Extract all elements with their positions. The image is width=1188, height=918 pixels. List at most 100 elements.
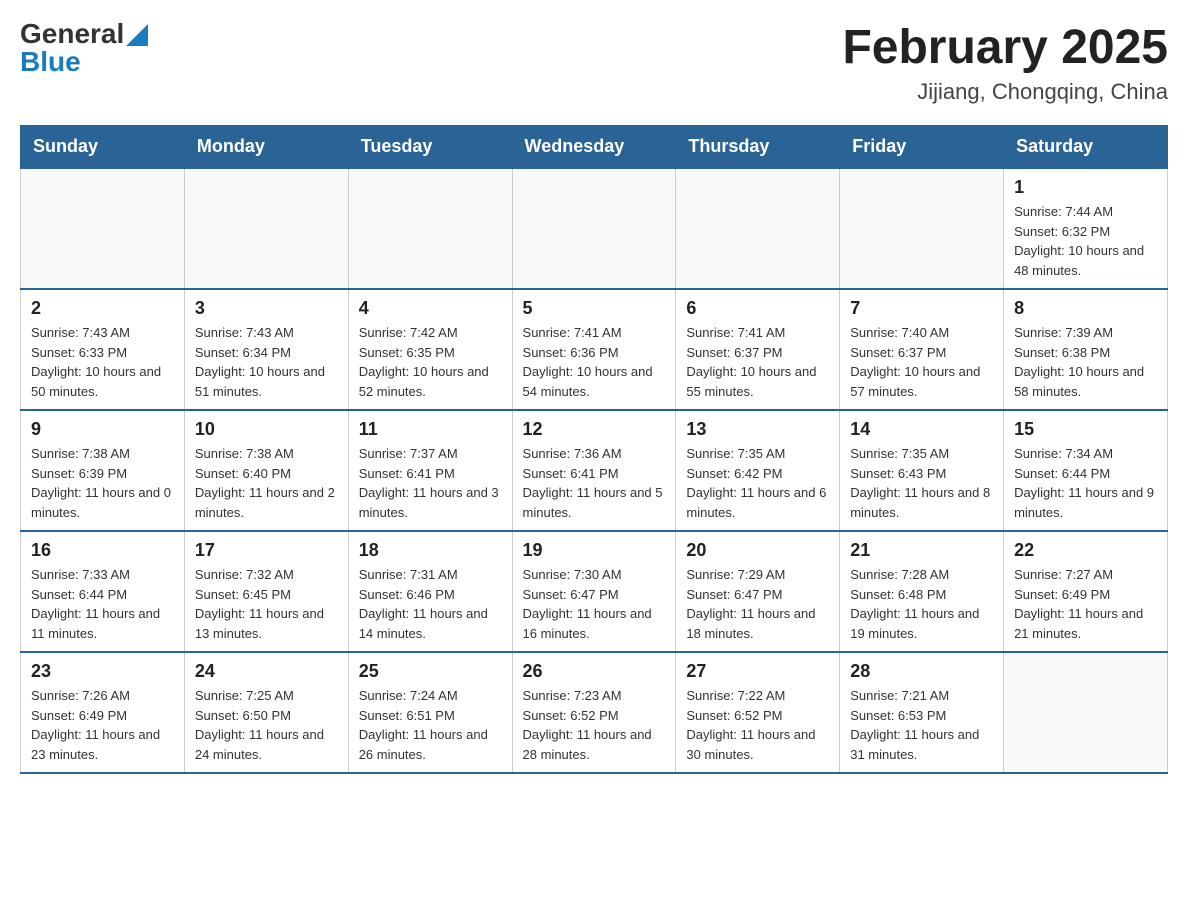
day-info: Sunrise: 7:41 AMSunset: 6:37 PMDaylight:…: [686, 323, 829, 401]
table-row: [512, 168, 676, 289]
table-row: 6 Sunrise: 7:41 AMSunset: 6:37 PMDaylight…: [676, 289, 840, 410]
day-number: 27: [686, 661, 829, 682]
table-row: [676, 168, 840, 289]
col-friday: Friday: [840, 126, 1004, 169]
day-number: 8: [1014, 298, 1157, 319]
table-row: 15 Sunrise: 7:34 AMSunset: 6:44 PMDayligh…: [1004, 410, 1168, 531]
day-info: Sunrise: 7:29 AMSunset: 6:47 PMDaylight:…: [686, 565, 829, 643]
day-info: Sunrise: 7:24 AMSunset: 6:51 PMDaylight:…: [359, 686, 502, 764]
page-header: General Blue February 2025 Jijiang, Chon…: [20, 20, 1168, 105]
day-info: Sunrise: 7:38 AMSunset: 6:39 PMDaylight:…: [31, 444, 174, 522]
day-info: Sunrise: 7:32 AMSunset: 6:45 PMDaylight:…: [195, 565, 338, 643]
calendar-week-row: 2Sunrise: 7:43 AMSunset: 6:33 PMDaylight…: [21, 289, 1168, 410]
table-row: 7 Sunrise: 7:40 AMSunset: 6:37 PMDaylight…: [840, 289, 1004, 410]
col-tuesday: Tuesday: [348, 126, 512, 169]
table-row: 9Sunrise: 7:38 AMSunset: 6:39 PMDaylight…: [21, 410, 185, 531]
calendar-week-row: 9Sunrise: 7:38 AMSunset: 6:39 PMDaylight…: [21, 410, 1168, 531]
day-number: 28: [850, 661, 993, 682]
table-row: 18 Sunrise: 7:31 AMSunset: 6:46 PMDayligh…: [348, 531, 512, 652]
table-row: 8 Sunrise: 7:39 AMSunset: 6:38 PMDaylight…: [1004, 289, 1168, 410]
table-row: [21, 168, 185, 289]
table-row: 2Sunrise: 7:43 AMSunset: 6:33 PMDaylight…: [21, 289, 185, 410]
location-text: Jijiang, Chongqing, China: [842, 79, 1168, 105]
day-info: Sunrise: 7:39 AMSunset: 6:38 PMDaylight:…: [1014, 323, 1157, 401]
table-row: 14 Sunrise: 7:35 AMSunset: 6:43 PMDayligh…: [840, 410, 1004, 531]
day-info: Sunrise: 7:23 AMSunset: 6:52 PMDaylight:…: [523, 686, 666, 764]
logo-blue-text: Blue: [20, 48, 148, 76]
day-info: Sunrise: 7:34 AMSunset: 6:44 PMDaylight:…: [1014, 444, 1157, 522]
day-number: 1: [1014, 177, 1157, 198]
table-row: 13 Sunrise: 7:35 AMSunset: 6:42 PMDayligh…: [676, 410, 840, 531]
day-number: 17: [195, 540, 338, 561]
day-number: 14: [850, 419, 993, 440]
day-info: Sunrise: 7:37 AMSunset: 6:41 PMDaylight:…: [359, 444, 502, 522]
calendar-header-row: Sunday Monday Tuesday Wednesday Thursday…: [21, 126, 1168, 169]
day-number: 11: [359, 419, 502, 440]
day-number: 19: [523, 540, 666, 561]
day-number: 5: [523, 298, 666, 319]
title-section: February 2025 Jijiang, Chongqing, China: [842, 20, 1168, 105]
day-info: Sunrise: 7:35 AMSunset: 6:42 PMDaylight:…: [686, 444, 829, 522]
table-row: 19 Sunrise: 7:30 AMSunset: 6:47 PMDayligh…: [512, 531, 676, 652]
table-row: 12 Sunrise: 7:36 AMSunset: 6:41 PMDayligh…: [512, 410, 676, 531]
calendar-week-row: 16 Sunrise: 7:33 AMSunset: 6:44 PMDayligh…: [21, 531, 1168, 652]
day-info: Sunrise: 7:41 AMSunset: 6:36 PMDaylight:…: [523, 323, 666, 401]
day-number: 3: [195, 298, 338, 319]
day-info: Sunrise: 7:43 AMSunset: 6:34 PMDaylight:…: [195, 323, 338, 401]
table-row: [1004, 652, 1168, 773]
logo-general-text: General: [20, 20, 124, 48]
logo-triangle-icon: [126, 24, 148, 46]
day-info: Sunrise: 7:40 AMSunset: 6:37 PMDaylight:…: [850, 323, 993, 401]
day-info: Sunrise: 7:31 AMSunset: 6:46 PMDaylight:…: [359, 565, 502, 643]
day-number: 6: [686, 298, 829, 319]
table-row: 1Sunrise: 7:44 AMSunset: 6:32 PMDaylight…: [1004, 168, 1168, 289]
table-row: [184, 168, 348, 289]
day-number: 4: [359, 298, 502, 319]
day-number: 15: [1014, 419, 1157, 440]
col-wednesday: Wednesday: [512, 126, 676, 169]
table-row: 3 Sunrise: 7:43 AMSunset: 6:34 PMDaylight…: [184, 289, 348, 410]
day-number: 16: [31, 540, 174, 561]
day-info: Sunrise: 7:27 AMSunset: 6:49 PMDaylight:…: [1014, 565, 1157, 643]
table-row: 20 Sunrise: 7:29 AMSunset: 6:47 PMDayligh…: [676, 531, 840, 652]
day-number: 12: [523, 419, 666, 440]
table-row: 25 Sunrise: 7:24 AMSunset: 6:51 PMDayligh…: [348, 652, 512, 773]
table-row: 22 Sunrise: 7:27 AMSunset: 6:49 PMDayligh…: [1004, 531, 1168, 652]
calendar-week-row: 23Sunrise: 7:26 AMSunset: 6:49 PMDayligh…: [21, 652, 1168, 773]
day-info: Sunrise: 7:30 AMSunset: 6:47 PMDaylight:…: [523, 565, 666, 643]
col-thursday: Thursday: [676, 126, 840, 169]
day-number: 26: [523, 661, 666, 682]
col-sunday: Sunday: [21, 126, 185, 169]
day-number: 7: [850, 298, 993, 319]
day-number: 22: [1014, 540, 1157, 561]
day-info: Sunrise: 7:42 AMSunset: 6:35 PMDaylight:…: [359, 323, 502, 401]
day-number: 10: [195, 419, 338, 440]
col-monday: Monday: [184, 126, 348, 169]
table-row: 28 Sunrise: 7:21 AMSunset: 6:53 PMDayligh…: [840, 652, 1004, 773]
day-info: Sunrise: 7:43 AMSunset: 6:33 PMDaylight:…: [31, 323, 174, 401]
logo: General Blue: [20, 20, 148, 76]
day-info: Sunrise: 7:36 AMSunset: 6:41 PMDaylight:…: [523, 444, 666, 522]
table-row: [840, 168, 1004, 289]
table-row: 24Sunrise: 7:25 AMSunset: 6:50 PMDayligh…: [184, 652, 348, 773]
day-info: Sunrise: 7:35 AMSunset: 6:43 PMDaylight:…: [850, 444, 993, 522]
day-number: 25: [359, 661, 502, 682]
table-row: 16 Sunrise: 7:33 AMSunset: 6:44 PMDayligh…: [21, 531, 185, 652]
day-info: Sunrise: 7:25 AMSunset: 6:50 PMDaylight:…: [195, 686, 338, 764]
calendar-week-row: 1Sunrise: 7:44 AMSunset: 6:32 PMDaylight…: [21, 168, 1168, 289]
table-row: 11 Sunrise: 7:37 AMSunset: 6:41 PMDayligh…: [348, 410, 512, 531]
table-row: 5 Sunrise: 7:41 AMSunset: 6:36 PMDaylight…: [512, 289, 676, 410]
day-info: Sunrise: 7:33 AMSunset: 6:44 PMDaylight:…: [31, 565, 174, 643]
table-row: 27Sunrise: 7:22 AMSunset: 6:52 PMDayligh…: [676, 652, 840, 773]
month-title: February 2025: [842, 20, 1168, 75]
day-info: Sunrise: 7:21 AMSunset: 6:53 PMDaylight:…: [850, 686, 993, 764]
day-info: Sunrise: 7:38 AMSunset: 6:40 PMDaylight:…: [195, 444, 338, 522]
table-row: 4 Sunrise: 7:42 AMSunset: 6:35 PMDaylight…: [348, 289, 512, 410]
day-info: Sunrise: 7:26 AMSunset: 6:49 PMDaylight:…: [31, 686, 174, 764]
col-saturday: Saturday: [1004, 126, 1168, 169]
day-number: 18: [359, 540, 502, 561]
calendar-table: Sunday Monday Tuesday Wednesday Thursday…: [20, 125, 1168, 774]
day-number: 13: [686, 419, 829, 440]
day-number: 20: [686, 540, 829, 561]
table-row: 10 Sunrise: 7:38 AMSunset: 6:40 PMDayligh…: [184, 410, 348, 531]
